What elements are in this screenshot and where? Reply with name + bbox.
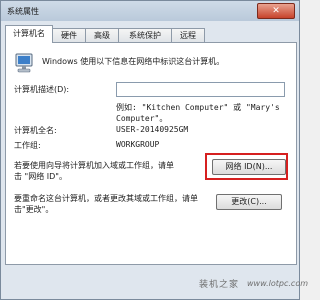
tab-system-protection[interactable]: 系统保护 [118,28,172,42]
system-properties-window: 系统属性 ✕ 计算机名 硬件 高级 系统保护 远程 Windows 使用以下信息… [0,0,308,300]
intro-text: Windows 使用以下信息在网络中标识这台计算机。 [42,57,225,66]
workgroup-label: 工作组: [14,141,41,150]
window-title: 系统属性 [7,7,39,16]
example-text-line2: Computer"。 [116,114,168,123]
tab-strip: 计算机名 硬件 高级 系统保护 远程 [5,25,295,43]
example-text-line1: 例如: "Kitchen Computer" 或 "Mary's [116,103,280,112]
tab-hardware[interactable]: 硬件 [52,28,86,42]
tab-computer-name[interactable]: 计算机名 [5,25,53,43]
computer-description-label: 计算机描述(D): [14,85,70,94]
change-button[interactable]: 更改(C)... [216,194,282,210]
network-id-button[interactable]: 网络 ID(N)... [212,159,286,175]
full-name-value: USER-20140925GM [116,125,189,134]
workgroup-value: WORKGROUP [116,140,160,149]
network-help-text-line1: 若要使用向导将计算机加入域或工作组，请单 [14,161,174,170]
watermark-text: 装机之家 [199,280,240,290]
close-icon: ✕ [272,6,280,16]
computer-name-panel: Windows 使用以下信息在网络中标识这台计算机。 计算机描述(D): 例如:… [5,42,297,265]
rename-help-text-line2: 击"更改"。 [14,205,54,214]
computer-icon [15,53,33,73]
tab-advanced[interactable]: 高级 [85,28,119,42]
network-help-text-line2: 击 "网络 ID"。 [14,172,67,181]
close-button[interactable]: ✕ [257,3,295,19]
full-name-label: 计算机全名: [14,126,57,135]
computer-description-input[interactable] [116,82,285,97]
tab-remote[interactable]: 远程 [171,28,205,42]
title-bar[interactable]: 系统属性 ✕ [1,1,299,21]
rename-help-text-line1: 要重命名这台计算机，或者更改其域或工作组，请单 [14,194,198,203]
watermark-url: www.lotpc.com [247,279,309,288]
